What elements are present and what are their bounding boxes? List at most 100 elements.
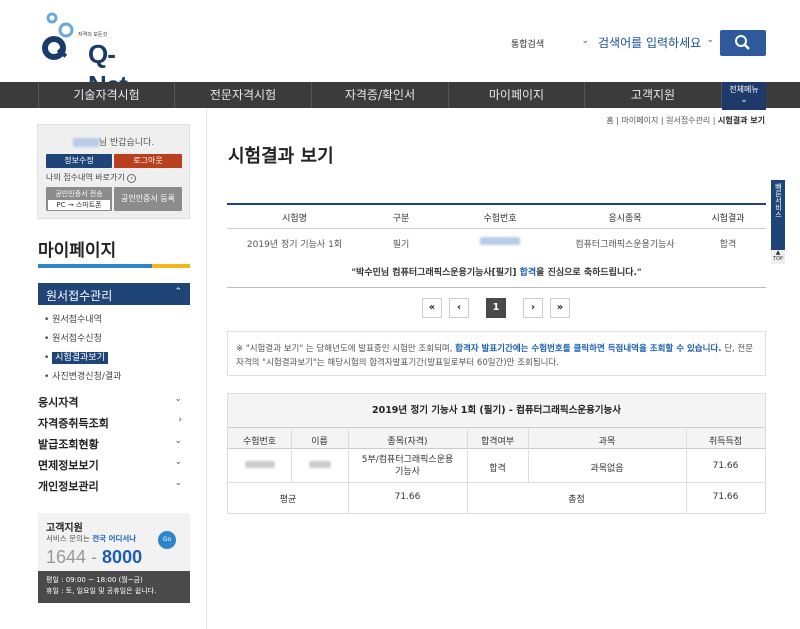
sidebar-group-personal-info[interactable]: 개인정보관리 ⌄ <box>38 478 190 494</box>
column-divider <box>467 427 468 513</box>
logo-tagline: 자격의 모든것 <box>78 32 108 38</box>
arrow-right-icon: › <box>127 174 137 183</box>
breadcrumb: 홈 | 마이페이지 | 원서접수관리 | 시험결과 보기 <box>606 116 765 125</box>
chevron-down-icon: ⌄ <box>174 457 182 467</box>
column-divider <box>291 427 292 483</box>
login-box: 님 반갑습니다. 정보수정 로그아웃 나의 접수내역 바로가기 › 공인인증서 … <box>37 124 190 219</box>
chevron-down-icon: ⌄ <box>740 95 748 105</box>
cell-subject: 컴퓨터그래픽스운용기능사 <box>575 240 675 250</box>
search-placeholder: 검색어를 입력하세요 <box>598 36 702 50</box>
breadcrumb-apply[interactable]: 원서접수관리 <box>666 116 710 125</box>
table-row: 2019년 정기 기능사 1회 필기 컴퓨터그래픽스운용기능사 합격 <box>227 229 766 255</box>
notice-box: ※ "시험결과 보기" 는 당해년도에 발표중인 시험만 조회되며, 합격자 발… <box>227 331 766 376</box>
sidebar-title-bar <box>38 264 190 268</box>
table-bottom-rule <box>227 287 766 288</box>
chevron-down-icon: ⌄ <box>706 35 714 45</box>
avg-label: 평균 <box>279 495 297 505</box>
sidebar-group-cert-lookup[interactable]: 자격증취득조회 › <box>38 415 190 431</box>
cert-register-button[interactable]: 공인인증서 등록 <box>114 187 182 211</box>
score-detail-table: 2019년 정기 기능사 1회 (필기) - 컴퓨터그래픽스운용기능사 수험번호… <box>227 393 766 514</box>
cs-hours: 평일 : 09:00 ~ 18:00 (월~금) 휴일 : 토, 일요일 및 공… <box>38 571 190 603</box>
sidebar-item-exam-results[interactable]: • 시험결과보기 <box>44 350 108 364</box>
sidebar-item-application-history[interactable]: • 원서접수내역 <box>44 312 102 325</box>
content-divider <box>206 108 207 629</box>
chevron-down-icon: ⌄ <box>174 436 182 446</box>
search-category-select[interactable]: 통합검색 ⌄ <box>506 31 596 53</box>
sidebar-item-photo-change[interactable]: • 사진변경신청/결과 <box>44 369 121 382</box>
col-exam-name: 시험명 <box>282 214 307 224</box>
col-course: 과목 <box>598 437 616 447</box>
all-menu-label: 전체메뉴 <box>729 85 759 94</box>
col-type: 구분 <box>392 214 410 224</box>
pager-first-button[interactable]: « <box>422 298 442 318</box>
pager-prev-button[interactable]: ‹ <box>449 298 469 318</box>
cert-transfer-button[interactable]: 공인인증서 전송 PC → 스마트폰 <box>46 187 112 211</box>
congratulation-message: "박수민님 컴퓨터그래픽스운용기능사[필기] 합격을 진심으로 축하드립니다." <box>351 268 642 278</box>
sidebar-group-application[interactable]: 원서접수관리 ⌃ <box>38 283 190 305</box>
cs-go-button[interactable]: Go <box>158 531 176 549</box>
table-row: 5부/컴퓨터그래픽스운용기능사 합격 과목없음 71.66 <box>228 449 765 483</box>
cell-course: 과목없음 <box>590 464 624 474</box>
page-title: 시험결과 보기 <box>228 146 334 167</box>
chevron-down-icon: ⌄ <box>174 478 182 488</box>
exam-result-table: 시험명 구분 수험번호 응시종목 시험결과 2019년 정기 기능사 1회 필기… <box>227 203 766 288</box>
cell-name <box>291 461 348 471</box>
edit-info-button[interactable]: 정보수정 <box>46 154 112 168</box>
pager-next-button[interactable]: › <box>523 298 543 318</box>
pager-current-page[interactable]: 1 <box>486 298 506 318</box>
cs-description: 서비스 문의는 전국 어디서나 <box>46 534 137 543</box>
chevron-up-icon: ⌃ <box>174 287 182 297</box>
header: 자격의 모든것 Q-Net 통합검색 ⌄ 검색어를 입력하세요 ⌄ <box>0 0 800 100</box>
sidebar-item-application-request[interactable]: • 원서접수신청 <box>44 331 102 344</box>
nav-item-certificate[interactable]: 자격증/확인서 <box>311 82 448 108</box>
nav-item-mypage[interactable]: 마이페이지 <box>448 82 584 108</box>
sidebar-group-eligibility[interactable]: 응시자격 ⌄ <box>38 394 190 410</box>
col-subject: 종목(자격) <box>387 437 428 447</box>
chevron-down-icon: ⌄ <box>581 36 589 46</box>
cell-exam-number-link[interactable] <box>440 237 560 248</box>
column-divider <box>686 427 687 513</box>
cs-phone: 1644 - 8000 <box>46 547 143 567</box>
quick-service-label: 빠른서비스 <box>774 183 783 218</box>
search-icon <box>735 35 750 50</box>
col-result: 시험결과 <box>711 214 745 224</box>
cell-result: 합격 <box>719 240 737 250</box>
column-divider <box>348 427 349 513</box>
cell-exam-number <box>228 461 291 471</box>
column-divider <box>528 427 529 483</box>
cs-title: 고객지원 <box>46 523 83 534</box>
user-name-blurred <box>72 138 99 147</box>
col-name: 이름 <box>311 437 328 447</box>
col-exam-number: 수험번호 <box>483 214 517 224</box>
score-table-caption: 2019년 정기 기능사 1회 (필기) - 컴퓨터그래픽스운용기능사 <box>228 394 765 427</box>
sidebar-group-issuance[interactable]: 발급조회현황 ⌄ <box>38 436 190 452</box>
global-nav: 기술자격시험 전문자격시험 자격증/확인서 마이페이지 고객지원 <box>0 82 800 108</box>
nav-item-support[interactable]: 고객지원 <box>584 82 722 108</box>
pager-last-button[interactable]: » <box>550 298 570 318</box>
col-exam-number: 수험번호 <box>242 437 277 447</box>
scroll-top-button[interactable]: ▲ TOP <box>771 250 785 264</box>
average-row: 평균 71.66 총점 71.66 <box>228 483 765 513</box>
logout-button[interactable]: 로그아웃 <box>114 154 182 168</box>
total-label: 총점 <box>568 495 585 505</box>
nav-item-pro-exam[interactable]: 전문자격시험 <box>174 82 311 108</box>
table-header-row: 수험번호 이름 종목(자격) 합격여부 과목 취득득점 <box>228 427 765 449</box>
application-history-link[interactable]: 나의 접수내역 바로가기 › <box>46 172 137 183</box>
nav-item-tech-exam[interactable]: 기술자격시험 <box>38 82 174 108</box>
cell-exam-name: 2019년 정기 기능사 1회 <box>246 240 343 250</box>
search-category-value: 통합검색 <box>511 40 545 50</box>
col-pass: 합격여부 <box>480 437 515 447</box>
greeting: 님 반갑습니다. <box>38 135 189 148</box>
chevron-down-icon: ⌄ <box>174 394 182 404</box>
sidebar-group-exemption[interactable]: 면제정보보기 ⌄ <box>38 457 190 473</box>
quick-service-button[interactable]: 빠른서비스 <box>771 180 785 250</box>
all-menu-button[interactable]: 전체메뉴 ⌄ <box>722 82 766 110</box>
total-value: 71.66 <box>712 492 739 502</box>
cell-subject: 5부/컴퓨터그래픽스운용기능사 <box>361 455 454 477</box>
search-input[interactable]: 검색어를 입력하세요 ⌄ <box>596 31 716 53</box>
chevron-right-icon: › <box>178 415 182 425</box>
breadcrumb-mypage[interactable]: 마이페이지 <box>622 116 659 125</box>
qnet-logo[interactable]: 자격의 모든것 Q-Net <box>38 10 128 100</box>
breadcrumb-home[interactable]: 홈 <box>606 116 613 125</box>
search-button[interactable] <box>720 30 766 56</box>
